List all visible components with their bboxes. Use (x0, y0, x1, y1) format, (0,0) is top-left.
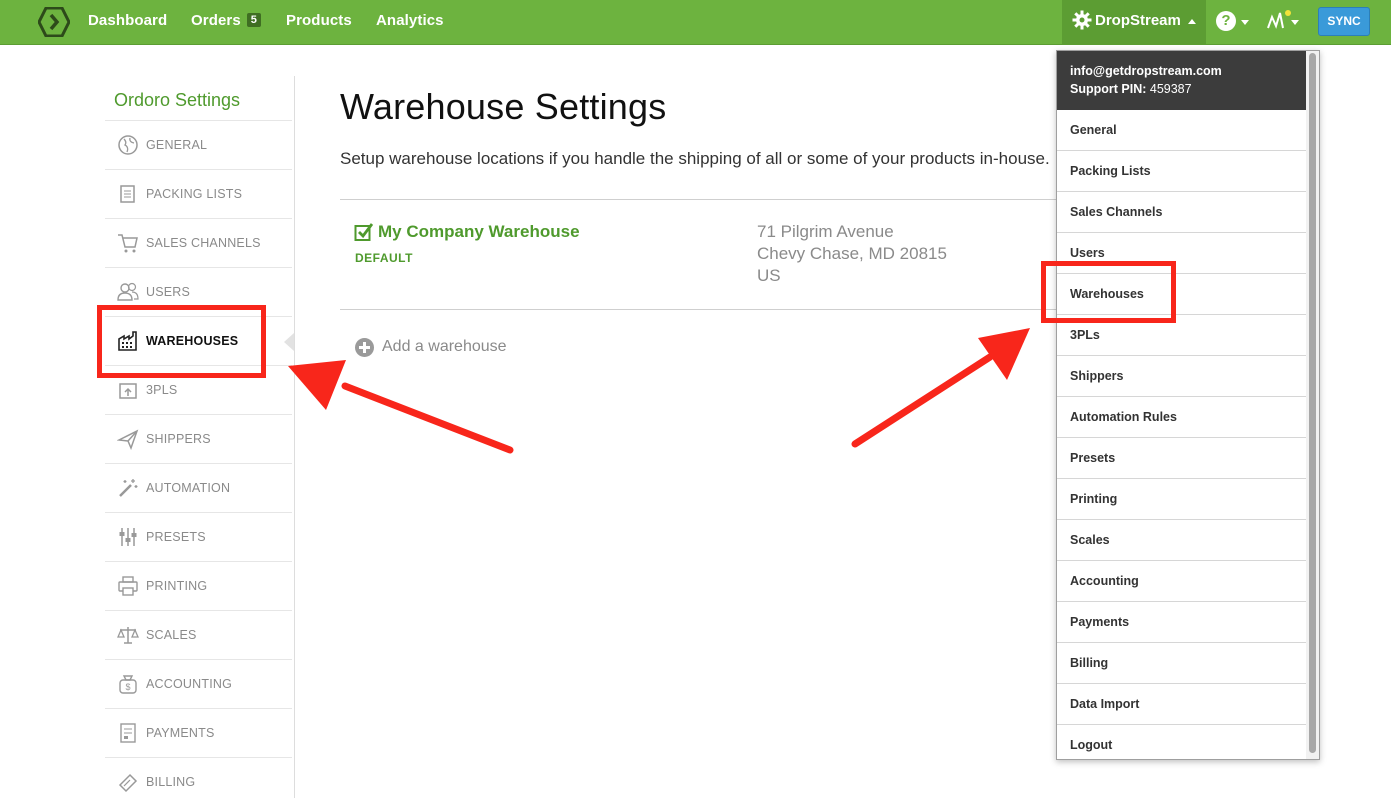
nav-dashboard[interactable]: Dashboard (88, 12, 167, 29)
menu-item-general[interactable]: General (1057, 110, 1306, 151)
printer-icon (118, 576, 138, 596)
add-warehouse-link[interactable]: Add a warehouse (382, 338, 507, 356)
sidebar-item-label: GENERAL (146, 138, 208, 152)
menu-item-sales-channels[interactable]: Sales Channels (1057, 192, 1306, 233)
sidebar-item-label: PRINTING (146, 579, 208, 593)
menu-item-shippers[interactable]: Shippers (1057, 356, 1306, 397)
sidebar-item-printing[interactable]: PRINTING (105, 561, 292, 610)
dropdown-items: General Packing Lists Sales Channels Use… (1057, 110, 1306, 759)
sidebar-item-label: SCALES (146, 628, 197, 642)
money-bag-icon: $ (119, 675, 137, 694)
scrollbar-thumb[interactable] (1309, 53, 1316, 753)
warehouse-address-line: US (757, 266, 781, 285)
nav-products[interactable]: Products (286, 12, 352, 29)
menu-item-scales[interactable]: Scales (1057, 520, 1306, 561)
top-nav-bar: Dashboard Orders 5 Products Analytics Dro… (0, 0, 1391, 45)
sidebar-item-payments[interactable]: PAYMENTS (105, 708, 292, 757)
support-pin: Support PIN: 459387 (1070, 82, 1192, 96)
account-info-header: info@getdropstream.com Support PIN: 4593… (1057, 51, 1306, 110)
sync-button[interactable]: SYNC (1318, 7, 1370, 36)
warehouse-address-line: Chevy Chase, MD 20815 (757, 244, 947, 263)
menu-item-billing[interactable]: Billing (1057, 643, 1306, 684)
document-icon (120, 185, 135, 203)
menu-item-payments[interactable]: Payments (1057, 602, 1306, 643)
menu-item-presets[interactable]: Presets (1057, 438, 1306, 479)
scale-icon (117, 627, 139, 644)
divider (340, 199, 1057, 200)
globe-icon (118, 135, 138, 155)
users-icon (117, 282, 139, 301)
sliders-icon (119, 528, 137, 546)
sidebar-item-packing-lists[interactable]: PACKING LISTS (105, 169, 292, 218)
sidebar-item-accounting[interactable]: $ ACCOUNTING (105, 659, 292, 708)
sidebar-item-shippers[interactable]: SHIPPERS (105, 414, 292, 463)
sidebar-item-label: USERS (146, 285, 191, 299)
page-title: Warehouse Settings (340, 86, 667, 127)
activity-chevron-down-icon[interactable] (1291, 20, 1299, 25)
menu-item-accounting[interactable]: Accounting (1057, 561, 1306, 602)
plus-circle-icon[interactable] (355, 338, 374, 357)
sidebar-divider (294, 76, 295, 798)
sidebar-item-general[interactable]: GENERAL (105, 120, 292, 169)
receipt-icon (120, 723, 136, 743)
menu-item-automation-rules[interactable]: Automation Rules (1057, 397, 1306, 438)
plane-icon (117, 429, 139, 450)
tag-icon (118, 773, 138, 793)
sidebar-item-label: SHIPPERS (146, 432, 211, 446)
cart-icon (118, 234, 138, 253)
sidebar-item-label: ACCOUNTING (146, 677, 233, 691)
menu-item-packing-lists[interactable]: Packing Lists (1057, 151, 1306, 192)
menu-item-logout[interactable]: Logout (1057, 725, 1306, 759)
divider (340, 309, 1057, 310)
box-icon (119, 383, 137, 399)
account-dropdown-menu: info@getdropstream.com Support PIN: 4593… (1056, 50, 1320, 760)
menu-item-data-import[interactable]: Data Import (1057, 684, 1306, 725)
chevron-down-icon[interactable] (1241, 20, 1249, 25)
wand-icon (119, 479, 138, 497)
sidebar-item-label: PAYMENTS (146, 726, 215, 740)
arrow-to-sidebar (288, 360, 514, 454)
sidebar-item-automation[interactable]: AUTOMATION (105, 463, 292, 512)
help-icon[interactable]: ? (1216, 11, 1236, 31)
sidebar-item-label: PRESETS (146, 530, 206, 544)
account-name: DropStream (1095, 12, 1181, 29)
chevron-up-icon (1188, 19, 1196, 24)
orders-count-badge: 5 (246, 13, 262, 27)
sidebar-item-sales-channels[interactable]: SALES CHANNELS (105, 218, 292, 267)
page-description: Setup warehouse locations if you handle … (340, 149, 1050, 168)
account-email: info@getdropstream.com (1070, 64, 1222, 78)
sidebar-item-label: 3PLS (146, 383, 178, 397)
ordoro-logo-icon[interactable] (38, 7, 70, 37)
menu-item-printing[interactable]: Printing (1057, 479, 1306, 520)
sidebar-item-label: PACKING LISTS (146, 187, 243, 201)
sidebar-item-label: AUTOMATION (146, 481, 231, 495)
nav-analytics[interactable]: Analytics (376, 12, 444, 29)
warehouse-name-link[interactable]: My Company Warehouse (378, 222, 580, 242)
sidebar-item-scales[interactable]: SCALES (105, 610, 292, 659)
sidebar-item-billing[interactable]: BILLING (105, 757, 292, 798)
settings-sidebar: GENERAL PACKING LISTS SALES CHANNELS USE… (105, 120, 292, 798)
sidebar-title: Ordoro Settings (114, 90, 241, 110)
support-pin-value: 459387 (1149, 82, 1192, 96)
dropdown-scrollbar[interactable] (1306, 51, 1319, 759)
highlight-box-sidebar-warehouses (97, 305, 266, 378)
arrow-to-dropdown (851, 328, 1030, 448)
support-pin-label: Support PIN: (1070, 82, 1147, 96)
nav-orders-label: Orders (191, 12, 241, 29)
checkbox-checked-icon[interactable] (354, 222, 374, 242)
highlight-box-menu-warehouses (1041, 261, 1176, 323)
sidebar-item-presets[interactable]: PRESETS (105, 512, 292, 561)
default-badge: DEFAULT (355, 251, 413, 265)
warehouse-address-line: 71 Pilgrim Avenue (757, 222, 894, 241)
account-menu-button[interactable]: DropStream (1062, 0, 1206, 45)
gear-icon (1072, 10, 1092, 30)
svg-text:$: $ (125, 682, 130, 692)
sidebar-item-label: BILLING (146, 775, 196, 789)
activity-icon[interactable] (1267, 9, 1291, 31)
nav-orders[interactable]: Orders 5 (191, 12, 262, 29)
sidebar-item-label: SALES CHANNELS (146, 236, 261, 250)
